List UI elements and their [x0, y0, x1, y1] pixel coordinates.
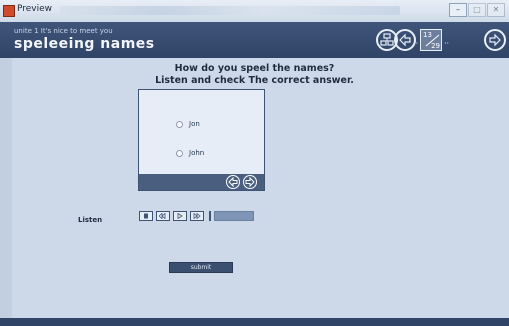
blurred-tabs — [60, 6, 400, 15]
answer-panel: Jon John — [138, 89, 265, 191]
fast-forward-icon[interactable] — [190, 211, 204, 221]
stop-icon[interactable] — [139, 211, 153, 221]
listen-label: Listen — [78, 216, 103, 224]
submit-button[interactable]: submit — [169, 262, 233, 273]
bottom-strip — [0, 318, 509, 326]
page-indicator: 13 29 — [420, 29, 442, 51]
panel-nav-bar — [139, 174, 264, 190]
rewind-icon[interactable] — [156, 211, 170, 221]
question-line-1: How do you speel the names? — [174, 63, 335, 74]
minimize-button[interactable]: – — [449, 3, 467, 17]
nav-separator: ·· — [444, 39, 450, 48]
close-button[interactable]: ✕ — [487, 3, 505, 17]
next-arrow-icon[interactable] — [243, 175, 257, 189]
lesson-title: speleeing names — [14, 36, 155, 52]
play-icon[interactable] — [173, 211, 187, 221]
player-separator — [209, 211, 211, 221]
page-total: 29 — [431, 42, 440, 50]
option-john[interactable]: John — [176, 149, 204, 157]
left-edge — [0, 58, 12, 318]
nav-separator: ·· — [413, 39, 419, 48]
prev-arrow-icon[interactable] — [226, 175, 240, 189]
audio-player — [139, 211, 254, 221]
window-title: Preview — [17, 4, 53, 14]
option-label: Jon — [189, 120, 200, 128]
question-line-2: Listen and check The correct answer. — [155, 75, 354, 86]
option-label: John — [189, 149, 205, 157]
question-text: How do you speel the names? Listen and c… — [0, 63, 509, 87]
window-titlebar: Preview – □ ✕ — [0, 0, 509, 23]
forward-arrow-icon[interactable] — [484, 29, 506, 51]
maximize-button[interactable]: □ — [468, 3, 486, 17]
audio-progress-bar[interactable] — [214, 211, 254, 221]
app-icon — [3, 5, 15, 17]
radio-button[interactable] — [176, 149, 183, 157]
unit-subtitle: unite 1 It's nice to meet you — [14, 27, 113, 35]
option-jon[interactable]: Jon — [176, 120, 200, 128]
radio-button[interactable] — [176, 120, 183, 128]
page-current: 13 — [423, 31, 432, 39]
